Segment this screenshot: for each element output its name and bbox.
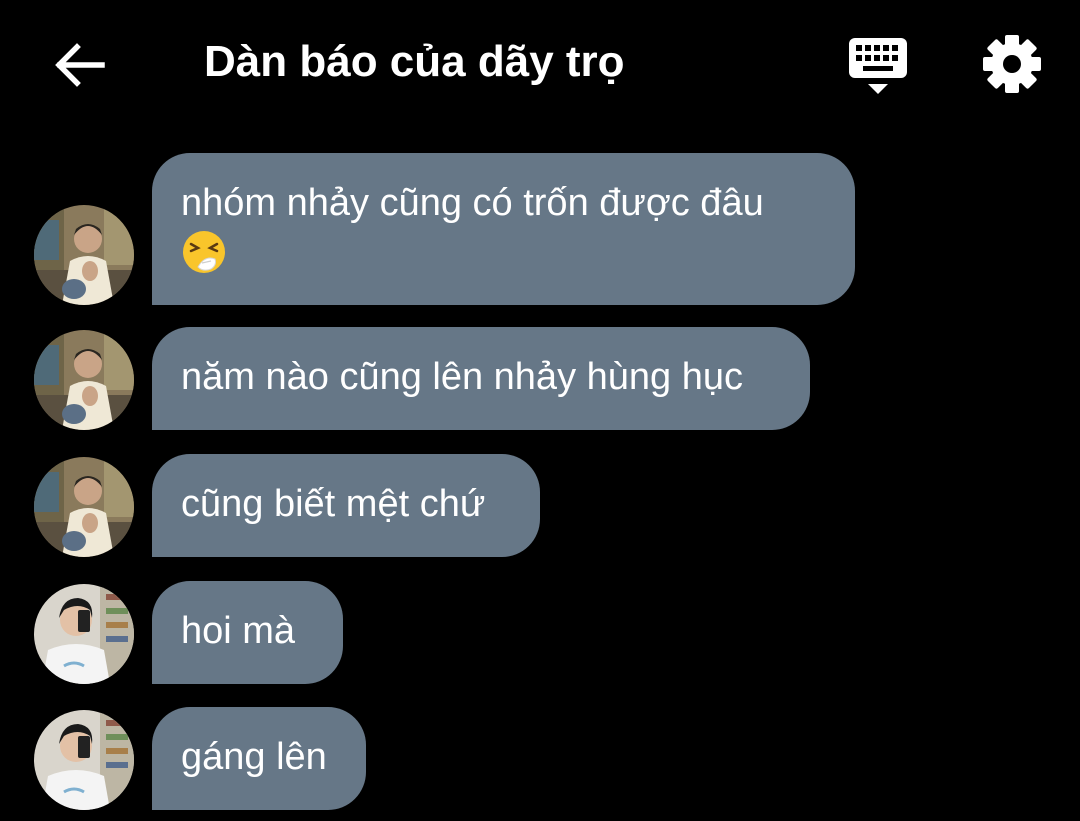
avatar-person-b (34, 584, 134, 684)
message-text: hoi mà (181, 610, 296, 652)
avatar-person-a (34, 457, 134, 557)
message-bubble[interactable]: năm nào cũng lên nhảy hùng hục (152, 327, 810, 430)
back-button[interactable] (50, 36, 108, 94)
sender-avatar[interactable] (34, 710, 134, 810)
message-text: nhóm nhảy cũng có trốn được đâu (181, 182, 764, 224)
sender-avatar[interactable] (34, 205, 134, 305)
arrow-left-icon (55, 43, 105, 87)
sender-avatar[interactable] (34, 330, 134, 430)
message-text: cũng biết mệt chứ (181, 483, 486, 525)
gear-icon (983, 35, 1041, 93)
sender-avatar[interactable] (34, 584, 134, 684)
keyboard-button[interactable] (846, 34, 910, 98)
message-text: gáng lên (181, 736, 327, 778)
avatar-person-a (34, 205, 134, 305)
chat-header: Dàn báo của dãy trọ (0, 0, 1080, 125)
avatar-person-b (34, 710, 134, 810)
message-bubble[interactable]: nhóm nhảy cũng có trốn được đâu (152, 153, 855, 305)
message-text: năm nào cũng lên nhảy hùng hục (181, 356, 743, 398)
sender-avatar[interactable] (34, 457, 134, 557)
settings-button[interactable] (980, 32, 1044, 96)
message-bubble[interactable]: cũng biết mệt chứ (152, 454, 540, 557)
avatar-person-a (34, 330, 134, 430)
sneezing-face-emoji (183, 231, 225, 273)
message-bubble[interactable]: hoi mà (152, 581, 343, 684)
keyboard-icon (849, 38, 907, 94)
message-bubble[interactable]: gáng lên (152, 707, 366, 810)
chat-title: Dàn báo của dãy trọ (204, 37, 625, 86)
